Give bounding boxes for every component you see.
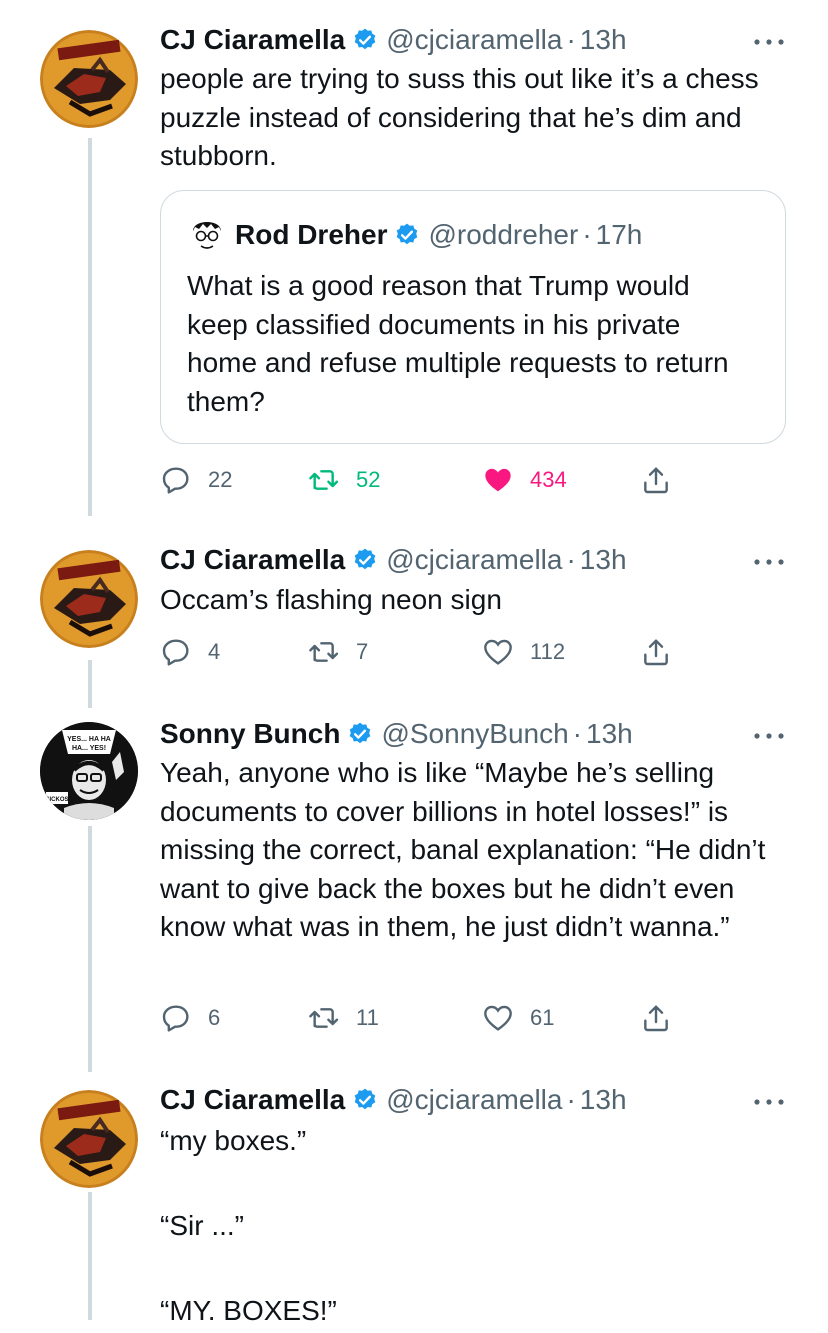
tweet-text: Yeah, anyone who is like “Maybe he’s sel… — [160, 757, 774, 942]
author-handle[interactable]: @cjciaramella — [386, 24, 562, 56]
avatar[interactable] — [40, 1090, 138, 1188]
tweet[interactable]: CJ Ciaramella @cjciaramella · 13h “my bo… — [0, 1070, 828, 1326]
separator-dot: · — [566, 544, 576, 575]
tweet[interactable]: CJ Ciaramella @cjciaramella · 13h people… — [0, 0, 828, 520]
tweet-header: CJ Ciaramella @cjciaramella · 13h — [160, 1080, 627, 1120]
separator-dot: · — [566, 24, 576, 55]
quote-header: Rod Dreher @roddreher · 17h — [187, 215, 642, 255]
retweet-count: 52 — [356, 467, 381, 492]
retweet-icon — [309, 1008, 339, 1028]
avatar-caption-tag: SICKOS — [45, 797, 68, 803]
heart-icon — [484, 1005, 512, 1031]
avatar[interactable]: YES... HA HA HA... YES! SICKOS — [40, 722, 138, 820]
retweet-icon — [309, 642, 339, 662]
like-count: 434 — [530, 467, 567, 492]
tweet-text: Occam’s flashing neon sign — [160, 584, 502, 615]
avatar[interactable] — [40, 30, 138, 128]
verified-badge-icon — [352, 547, 378, 573]
author-name[interactable]: Sonny Bunch — [160, 718, 340, 750]
tweet-header: CJ Ciaramella @cjciaramella · 13h — [160, 540, 627, 580]
quote-tweet[interactable]: Rod Dreher @roddreher · 17h What is a go… — [160, 190, 786, 444]
author-handle[interactable]: @cjciaramella — [386, 544, 562, 576]
reply-count: 22 — [208, 467, 233, 492]
more-icon[interactable] — [752, 556, 786, 568]
author-handle[interactable]: @SonnyBunch — [381, 718, 568, 750]
separator-dot: · — [582, 219, 592, 250]
reply-count: 6 — [208, 1005, 221, 1030]
author-name[interactable]: CJ Ciaramella — [160, 1084, 345, 1116]
author-name[interactable]: CJ Ciaramella — [160, 24, 345, 56]
quote-timestamp[interactable]: 17h — [596, 219, 643, 251]
reply-button[interactable]: 6 — [160, 998, 220, 1038]
share-button[interactable] — [640, 460, 688, 500]
verified-badge-icon — [352, 27, 378, 53]
avatar-caption-top: YES... HA HA — [67, 736, 111, 743]
heart-icon — [484, 639, 512, 665]
retweet-button[interactable]: 11 — [308, 998, 379, 1038]
tweet[interactable]: CJ Ciaramella @cjciaramella · 13h Occam’… — [0, 520, 828, 700]
reply-icon — [162, 639, 189, 666]
like-button[interactable]: 434 — [482, 460, 567, 500]
reply-count: 4 — [208, 639, 221, 664]
quote-author-name[interactable]: Rod Dreher — [235, 219, 387, 251]
verified-badge-icon — [347, 721, 373, 747]
author-handle[interactable]: @cjciaramella — [386, 1084, 562, 1116]
more-icon[interactable] — [752, 36, 786, 48]
quote-text: What is a good reason that Trump would k… — [187, 270, 729, 417]
like-button[interactable]: 112 — [482, 632, 565, 672]
retweet-button[interactable]: 52 — [308, 460, 380, 500]
tweet-actions: 22 52 434 — [160, 460, 720, 500]
like-button[interactable]: 61 — [482, 998, 554, 1038]
share-icon — [644, 467, 668, 494]
timestamp[interactable]: 13h — [586, 718, 633, 750]
reply-icon — [162, 1005, 189, 1032]
tweet-actions: 6 11 61 — [160, 998, 720, 1038]
verified-badge-icon — [394, 222, 420, 248]
tweet-header: CJ Ciaramella @cjciaramella · 13h — [160, 20, 627, 60]
tweet-actions: 4 7 112 — [160, 632, 720, 672]
timestamp[interactable]: 13h — [580, 24, 627, 56]
more-icon[interactable] — [752, 730, 786, 742]
verified-badge-icon — [352, 1087, 378, 1113]
share-button[interactable] — [640, 632, 688, 672]
avatar-caption-mid: HA... YES! — [72, 745, 106, 752]
share-button[interactable] — [640, 998, 688, 1038]
separator-dot: · — [566, 1084, 576, 1115]
timestamp[interactable]: 13h — [580, 1084, 627, 1116]
tweet[interactable]: YES... HA HA HA... YES! SICKOS Sonny Bun… — [0, 700, 828, 1070]
tweet-header: Sonny Bunch @SonnyBunch · 13h — [160, 714, 633, 754]
retweet-icon — [309, 470, 339, 490]
heart-icon — [485, 468, 511, 492]
quote-author-handle[interactable]: @roddreher — [428, 219, 578, 251]
tweet-text: people are trying to suss this out like … — [160, 63, 767, 171]
timestamp[interactable]: 13h — [580, 544, 627, 576]
quote-avatar[interactable] — [187, 215, 227, 255]
retweet-button[interactable]: 7 — [308, 632, 368, 672]
avatar[interactable] — [40, 550, 138, 648]
share-icon — [644, 1005, 668, 1032]
reply-button[interactable]: 4 — [160, 632, 220, 672]
reply-icon — [162, 467, 189, 494]
retweet-count: 11 — [356, 1005, 379, 1030]
like-count: 61 — [530, 1005, 555, 1030]
share-icon — [644, 639, 668, 666]
separator-dot: · — [572, 718, 582, 749]
more-icon[interactable] — [752, 1096, 786, 1108]
reply-button[interactable]: 22 — [160, 460, 232, 500]
like-count: 112 — [530, 639, 566, 664]
tweet-text: “my boxes.” “Sir ...” “MY. BOXES!” — [160, 1125, 337, 1326]
author-name[interactable]: CJ Ciaramella — [160, 544, 345, 576]
retweet-count: 7 — [356, 639, 369, 664]
